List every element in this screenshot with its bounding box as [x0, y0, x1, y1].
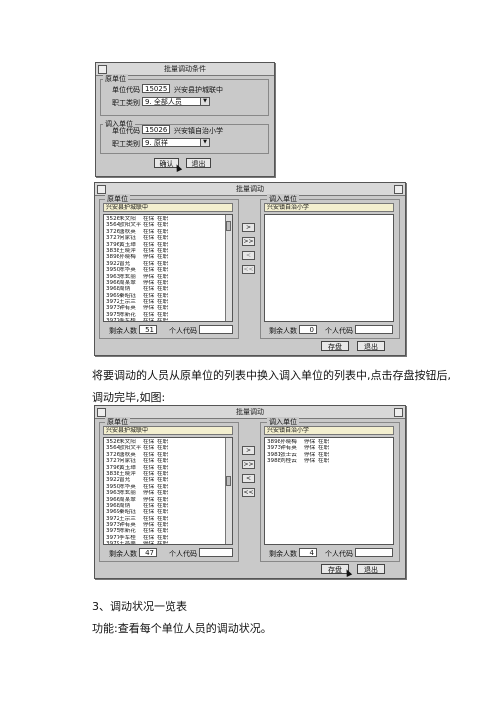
batch-transfer-conditions-dialog: 批量调动条件 原单位 单位代码 15025 兴安县护城联中 职工类别 9. 全部… — [95, 62, 275, 177]
mouse-cursor-icon — [343, 568, 353, 577]
target-remain-label: 剩余人数 — [269, 550, 297, 558]
new-jobtype-select[interactable]: 9. 原祥 ▼ — [142, 138, 210, 147]
target-personal-code-label: 个人代码 — [325, 550, 353, 558]
orig-jobtype-select[interactable]: 9. 全部人员 ▼ — [142, 97, 210, 106]
target-personal-code-field[interactable] — [355, 325, 393, 334]
mouse-cursor-icon — [173, 163, 183, 172]
move-all-right-button[interactable]: >> — [242, 460, 255, 469]
target-unit-field: 兴安镇自治小学 — [264, 203, 394, 212]
chevron-down-icon[interactable]: ▼ — [200, 139, 209, 146]
orig-jobtype-label: 职工类别 — [112, 99, 140, 107]
target-staff-list[interactable]: 3898 孙晓梅 停保 在职 3973 钟有英 停保 在职 3981 张士云 停保 在职 3988 刘桂云… — [264, 437, 394, 545]
target-count: 4 — [299, 548, 317, 557]
move-all-right-button[interactable]: >> — [242, 237, 255, 246]
instruction-text-line2: 调动完毕,如图: — [92, 391, 166, 404]
dialog-title: 批量调动条件 — [164, 65, 206, 73]
new-jobtype-value: 9. 原祥 — [145, 139, 168, 147]
personal-code-field[interactable] — [199, 548, 233, 557]
window-menu-icon[interactable] — [98, 65, 107, 74]
staff-code: 3979 — [106, 541, 119, 545]
remain-count: 47 — [139, 548, 157, 557]
insurance-status: 停保 — [143, 541, 155, 545]
source-staff-list[interactable]: 3526 朱文阳 在保 在职 3564 欧阳文平 在保 在职 3726 唐秋英 在保 在职 3727 何家… — [103, 437, 233, 545]
staff-name: 王昌蒂 — [119, 541, 136, 545]
target-staff-list[interactable] — [264, 214, 394, 322]
save-button[interactable]: 存盘 — [321, 341, 349, 351]
target-unit-field: 兴安镇自治小学 — [264, 426, 394, 435]
personal-code-label: 个人代码 — [169, 550, 197, 558]
source-list-scrollbar[interactable] — [225, 215, 232, 321]
maximize-icon[interactable] — [394, 185, 403, 194]
list-item[interactable]: 3979 王昌蒂 停保 在职 — [106, 541, 232, 545]
list-item[interactable]: 3977 李军桂 在保 在职 — [106, 318, 232, 322]
staff-name: 李军桂 — [119, 318, 136, 322]
remain-count: 51 — [139, 325, 157, 334]
new-code-label: 单位代码 — [112, 127, 140, 135]
orig-jobtype-value: 9. 全部人员 — [145, 98, 182, 106]
batch-transfer-window-after: 批量调动 原单位 兴安县护城联中 3526 朱文阳 在保 在职 3564 欧阳文平 在保 在职… — [94, 405, 406, 579]
target-count: 0 — [299, 325, 317, 334]
scrollbar-thumb[interactable] — [226, 476, 231, 486]
orig-code-field[interactable]: 15025 — [142, 84, 170, 93]
move-one-right-button[interactable]: > — [242, 223, 255, 232]
section-heading: 3、调动状况一览表 — [92, 600, 187, 613]
orig-code-label: 单位代码 — [112, 86, 140, 94]
scrollbar-thumb[interactable] — [226, 221, 231, 231]
source-staff-list[interactable]: 3526 朱文阳 在保 在职 3564 欧阳文平 在保 在职 3726 唐秋英 在保 在职 3727 何家… — [103, 214, 233, 322]
window-titlebar: 批量调动 — [95, 183, 405, 196]
exit-button[interactable]: 退出 — [357, 564, 385, 574]
remain-label: 剩余人数 — [109, 327, 137, 335]
window-menu-icon[interactable] — [97, 408, 106, 417]
employment-status: 在职 — [157, 541, 169, 545]
batch-transfer-window-before: 批量调动 原单位 兴安县护城联中 3526 朱文阳 在保 在职 3564 欧阳文平 在保 在职… — [94, 182, 406, 356]
personal-code-field[interactable] — [199, 325, 233, 334]
list-item[interactable]: 3988 刘桂云 停保 在职 — [267, 458, 393, 464]
source-unit-field: 兴安县护城联中 — [103, 426, 233, 435]
chevron-down-icon[interactable]: ▼ — [200, 98, 209, 105]
window-title: 批量调动 — [236, 408, 264, 416]
target-remain-label: 剩余人数 — [269, 327, 297, 335]
staff-code: 3988 — [267, 458, 280, 465]
source-unit-field: 兴安县护城联中 — [103, 203, 233, 212]
instruction-text-line1: 将要调动的人员从原单位的列表中换入调入单位的列表中,点击存盘按钮后, — [92, 369, 451, 382]
remain-label: 剩余人数 — [109, 550, 137, 558]
section-description: 功能:查看每个单位人员的调动状况。 — [92, 622, 272, 635]
staff-name: 刘桂云 — [280, 458, 297, 465]
move-one-left-button[interactable]: < — [242, 251, 255, 260]
staff-code: 3977 — [106, 318, 119, 322]
move-one-left-button[interactable]: < — [242, 474, 255, 483]
window-menu-icon[interactable] — [97, 185, 106, 194]
employment-status: 在职 — [157, 318, 169, 322]
target-personal-code-field[interactable] — [355, 548, 393, 557]
target-personal-code-label: 个人代码 — [325, 327, 353, 335]
orig-unit-group-label: 原单位 — [103, 74, 128, 84]
personal-code-label: 个人代码 — [169, 327, 197, 335]
move-all-left-button[interactable]: << — [242, 488, 255, 497]
insurance-status: 停保 — [304, 458, 316, 465]
maximize-icon[interactable] — [394, 408, 403, 417]
employment-status: 在职 — [318, 458, 330, 465]
move-one-right-button[interactable]: > — [242, 446, 255, 455]
window-title: 批量调动 — [236, 185, 264, 193]
new-code-field[interactable]: 15026 — [142, 125, 170, 134]
window-titlebar: 批量调动 — [95, 406, 405, 419]
exit-button[interactable]: 退出 — [186, 158, 211, 168]
insurance-status: 在保 — [143, 318, 155, 322]
source-list-scrollbar[interactable] — [225, 438, 232, 544]
new-jobtype-label: 职工类别 — [112, 140, 140, 148]
exit-button[interactable]: 退出 — [357, 341, 385, 351]
new-unit-name: 兴安镇自治小学 — [174, 127, 223, 135]
orig-unit-name: 兴安县护城联中 — [174, 86, 223, 94]
move-all-left-button[interactable]: << — [242, 265, 255, 274]
